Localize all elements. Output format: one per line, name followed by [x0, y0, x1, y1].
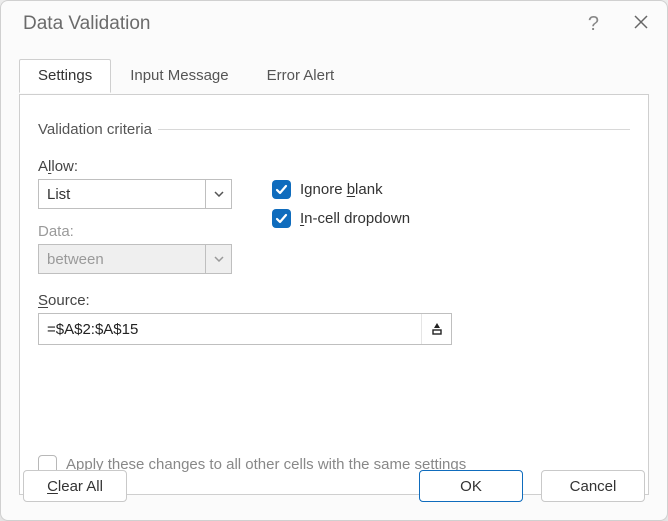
chevron-down-icon: [214, 191, 224, 197]
ignore-blank-label: Ignore blank: [300, 181, 383, 198]
tab-error-alert-label: Error Alert: [267, 67, 335, 84]
tab-settings-label: Settings: [38, 67, 92, 84]
allow-dropdown[interactable]: List: [38, 179, 232, 209]
tab-settings[interactable]: Settings: [19, 59, 111, 93]
help-icon[interactable]: ?: [588, 14, 599, 34]
in-cell-dropdown-checkbox[interactable]: In-cell dropdown: [272, 209, 410, 228]
clear-all-button[interactable]: Clear All: [23, 470, 127, 502]
validation-criteria-label: Validation criteria: [32, 121, 158, 138]
ignore-blank-checkbox[interactable]: Ignore blank: [272, 180, 410, 199]
titlebar: Data Validation ?: [1, 1, 667, 47]
tab-strip: Settings Input Message Error Alert: [19, 59, 649, 95]
allow-label: Allow:: [38, 158, 248, 175]
cancel-label: Cancel: [570, 478, 617, 495]
validation-criteria-group: Validation criteria Allow: List Data:: [38, 121, 630, 345]
data-value: between: [39, 245, 205, 273]
allow-dropdown-button[interactable]: [205, 180, 231, 208]
checkbox-checked-icon: [272, 180, 291, 199]
collapse-dialog-button[interactable]: [421, 314, 451, 344]
close-icon[interactable]: [633, 14, 649, 34]
data-dropdown: between: [38, 244, 232, 274]
cancel-button[interactable]: Cancel: [541, 470, 645, 502]
range-select-icon: [430, 322, 444, 336]
data-label: Data:: [38, 223, 248, 240]
checkbox-checked-icon: [272, 209, 291, 228]
tab-error-alert[interactable]: Error Alert: [248, 59, 354, 93]
chevron-down-icon: [214, 256, 224, 262]
tab-input-message-label: Input Message: [130, 67, 228, 84]
ok-button[interactable]: OK: [419, 470, 523, 502]
settings-panel: Validation criteria Allow: List Data:: [19, 95, 649, 495]
ok-label: OK: [460, 478, 482, 495]
dialog-footer: Clear All OK Cancel: [1, 470, 667, 520]
tab-input-message[interactable]: Input Message: [111, 59, 247, 93]
source-input[interactable]: [39, 314, 421, 344]
dialog-title: Data Validation: [23, 13, 150, 35]
data-dropdown-button: [205, 245, 231, 273]
data-validation-dialog: Data Validation ? Settings Input Message…: [0, 0, 668, 521]
source-input-wrapper: [38, 313, 452, 345]
source-label: Source:: [38, 292, 630, 309]
in-cell-dropdown-label: In-cell dropdown: [300, 210, 410, 227]
allow-value: List: [39, 180, 205, 208]
